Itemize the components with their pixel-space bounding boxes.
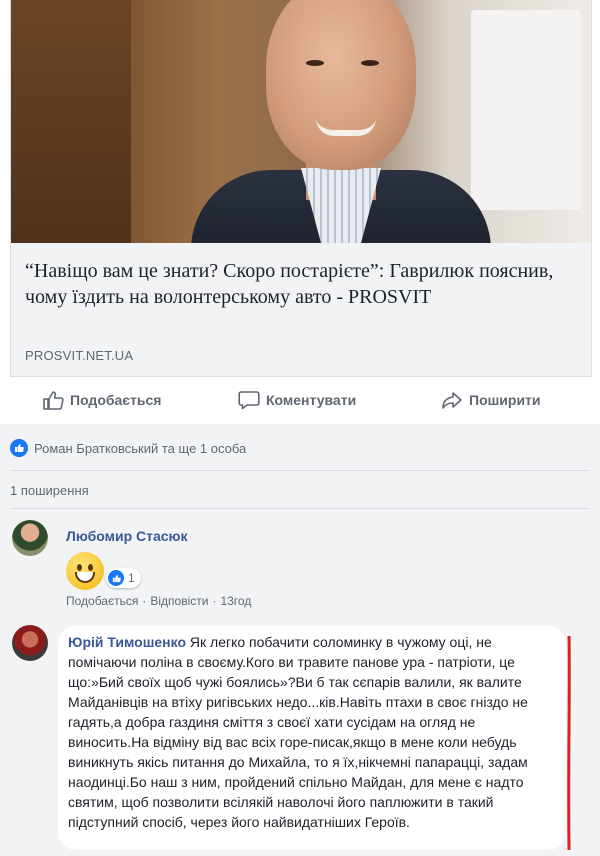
comment-reply-link[interactable]: Відповісти [150, 594, 208, 608]
like-button[interactable]: Подобається [42, 386, 161, 414]
red-annotation-line [567, 636, 571, 850]
person-eye-right [361, 60, 379, 66]
share-button-label: Поширити [469, 392, 541, 408]
share-arrow-icon [442, 392, 462, 409]
meta-separator: · [142, 594, 147, 608]
thumbs-up-icon [43, 391, 64, 410]
meta-separator: · [212, 594, 217, 608]
article-photo[interactable] [11, 0, 591, 243]
avatar[interactable] [12, 625, 48, 661]
emoji-eye-left [77, 564, 82, 571]
like-button-label: Подобається [70, 392, 162, 408]
reaction-count-number: 1 [128, 571, 135, 585]
like-reaction-icon [108, 570, 124, 586]
comment-like-link[interactable]: Подобається [66, 594, 138, 608]
comment-bubble: Юрій Тимошенко Як легко побачити соломин… [58, 626, 566, 850]
share-button[interactable]: Поширити [441, 386, 541, 414]
avatar[interactable] [12, 520, 48, 556]
comment-timestamp[interactable]: 13год [220, 594, 251, 608]
comment-text: Як легко побачити соломинку в чужому оці… [68, 634, 528, 830]
grinning-face-icon [66, 552, 104, 590]
comment-meta: Подобається · Відповісти · 13год [66, 594, 251, 608]
emoji-mouth [75, 572, 95, 583]
person-eye-left [306, 60, 324, 66]
divider [10, 508, 590, 509]
comment-button[interactable]: Коментувати [238, 386, 356, 414]
person-smile [316, 118, 376, 136]
divider [10, 470, 590, 471]
comment-button-label: Коментувати [266, 392, 357, 408]
photo-background-door [11, 0, 131, 243]
reactions-text: Роман Братковський та ще 1 особа [34, 440, 247, 456]
person-head [266, 0, 416, 170]
like-reaction-icon [10, 439, 28, 457]
photo-person [171, 0, 501, 243]
link-preview-card[interactable]: “Навіщо вам це знати? Скоро постарієте”:… [10, 0, 592, 377]
comment-author[interactable]: Любомир Стасюк [66, 528, 188, 544]
comment-author[interactable]: Юрій Тимошенко [68, 634, 186, 650]
reactions-summary[interactable]: Роман Братковський та ще 1 особа [10, 438, 246, 458]
comment-reaction-count[interactable]: 1 [106, 568, 141, 588]
post-action-bar: Подобається Коментувати Поширити [0, 378, 600, 422]
shares-count[interactable]: 1 поширення [10, 483, 89, 498]
emoji-eye-right [88, 564, 93, 571]
speech-bubble-icon [238, 391, 260, 410]
article-domain: PROSVIT.NET.UA [25, 348, 134, 363]
article-title[interactable]: “Навіщо вам це знати? Скоро постарієте”:… [25, 258, 581, 310]
